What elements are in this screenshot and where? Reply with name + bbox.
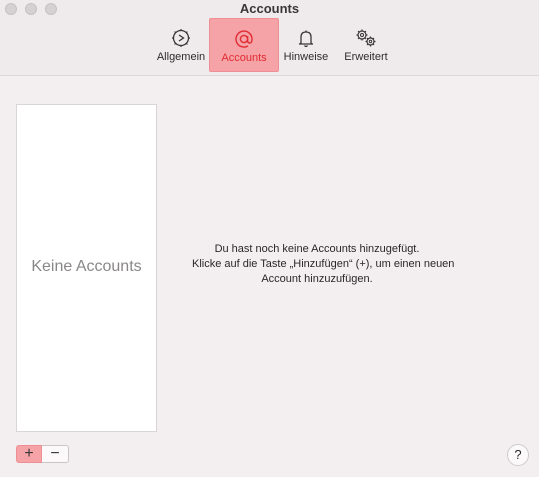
add-account-button[interactable]: + [16,445,42,463]
tab-advanced-label: Erweitert [344,51,388,63]
bell-icon [280,27,332,49]
help-button[interactable]: ? [507,444,529,466]
tab-advanced[interactable]: Erweitert [338,22,394,68]
tab-notifications[interactable]: Hinweise [280,22,332,68]
message-line: Klicke auf die Taste „Hinzufügen“ (+), u… [192,258,455,270]
tab-accounts-label: Accounts [221,52,267,64]
gears-icon [338,27,394,49]
titlebar: Accounts Allgemein Accounts Hinweise Erw… [0,0,539,76]
tab-notifications-label: Hinweise [283,51,329,63]
gear-timer-icon [153,27,209,49]
no-accounts-message: Du hast noch keine Accounts hinzugefügt.… [192,242,455,287]
remove-account-button[interactable]: − [42,445,69,463]
empty-list-label: Keine Accounts [31,258,142,275]
tab-general-label: Allgemein [156,51,206,63]
message-line: Account hinzuzufügen. [261,273,373,285]
message-line: Du hast noch keine Accounts hinzugefügt. [214,243,420,255]
accounts-list[interactable]: Keine Accounts [16,104,157,432]
at-sign-icon [210,28,278,50]
tab-accounts[interactable]: Accounts [209,18,279,72]
preferences-window: Accounts Allgemein Accounts Hinweise Erw… [0,0,539,477]
window-title: Accounts [239,1,300,16]
tab-general[interactable]: Allgemein [153,22,209,68]
